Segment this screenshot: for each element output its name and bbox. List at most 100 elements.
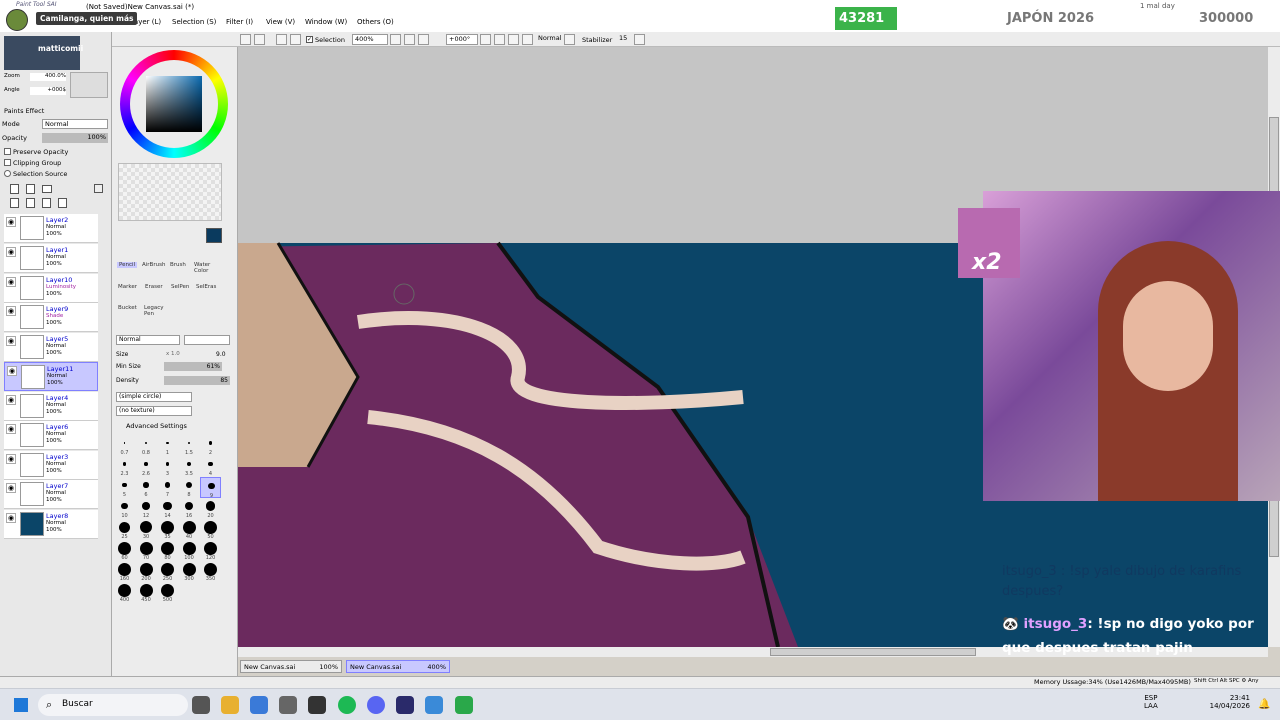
obs-icon[interactable]: [308, 696, 326, 714]
brush-size-preset[interactable]: 200: [136, 561, 157, 582]
notification-icon[interactable]: 🔔: [1258, 699, 1270, 710]
redo-icon[interactable]: [254, 34, 265, 45]
horizontal-scroll-thumb[interactable]: [770, 648, 976, 656]
brush-size-preset[interactable]: 16: [179, 498, 200, 519]
paints-effect-header[interactable]: Paints Effect: [4, 107, 44, 115]
brush-mode-select[interactable]: Normal: [116, 335, 180, 345]
brush-size-preset[interactable]: 9: [200, 477, 221, 499]
zoom-reset-icon[interactable]: [418, 34, 429, 45]
task-view-icon[interactable]: [192, 696, 210, 714]
brush-size-preset[interactable]: 35: [157, 519, 178, 540]
size-value[interactable]: 9.0: [216, 351, 226, 358]
brush-texture-select[interactable]: (no texture): [116, 406, 192, 416]
tool-marker[interactable]: Marker: [118, 284, 137, 290]
deselect-icon[interactable]: [276, 34, 287, 45]
tool-seleras[interactable]: SelEras: [196, 284, 216, 290]
angle-select[interactable]: +000°: [446, 34, 478, 45]
tool-watercolor[interactable]: Water Color: [194, 262, 216, 274]
brush-size-preset[interactable]: 8: [179, 477, 200, 498]
visibility-eye-icon[interactable]: ◉: [6, 395, 16, 405]
brush-size-preset[interactable]: 20: [200, 498, 221, 519]
brush-size-preset[interactable]: 80: [157, 540, 178, 561]
windows-start-icon[interactable]: [14, 698, 28, 712]
brush-size-preset[interactable]: 3.5: [179, 456, 200, 477]
visibility-eye-icon[interactable]: ◉: [6, 247, 16, 257]
brush-size-preset[interactable]: 450: [136, 582, 157, 603]
invert-selection-icon[interactable]: [290, 34, 301, 45]
stabilizer-select[interactable]: 15: [617, 34, 633, 45]
language-indicator[interactable]: ESP LAA: [1144, 694, 1158, 710]
layer-row-layer8[interactable]: ◉ Layer8 Normal 100%: [4, 510, 98, 539]
layer-row-layer9[interactable]: ◉ Layer9 Shade 100%: [4, 303, 98, 332]
current-color-swatch[interactable]: [206, 228, 222, 243]
selection-checkbox[interactable]: ✓: [306, 36, 313, 43]
layer-row-layer11[interactable]: ◉ Layer11 Normal 100%: [4, 362, 98, 391]
new-layer-set-icon[interactable]: [26, 184, 35, 194]
clipping-group-checkbox[interactable]: [4, 159, 11, 166]
discord-icon[interactable]: [367, 696, 385, 714]
menu-filter[interactable]: Filter (I): [226, 18, 253, 26]
menu-others[interactable]: Others (O): [357, 18, 394, 26]
brush-size-preset[interactable]: 3: [157, 456, 178, 477]
new-layer-icon[interactable]: [10, 184, 19, 194]
chrome-icon[interactable]: [221, 696, 239, 714]
advanced-settings-toggle[interactable]: Advanced Settings: [116, 422, 187, 430]
visibility-eye-icon[interactable]: ◉: [6, 513, 16, 523]
rotate-left-icon[interactable]: [480, 34, 491, 45]
brush-size-preset[interactable]: 250: [157, 561, 178, 582]
visibility-eye-icon[interactable]: ◉: [6, 483, 16, 493]
layer-row-layer5[interactable]: ◉ Layer5 Normal 100%: [4, 333, 98, 362]
layer-row-layer1[interactable]: ◉ Layer1 Normal 100%: [4, 244, 98, 273]
app-icon[interactable]: [396, 696, 414, 714]
color-mode-icons[interactable]: [118, 34, 208, 45]
brush-size-preset[interactable]: 6: [136, 477, 157, 498]
brush-size-preset[interactable]: 25: [114, 519, 135, 540]
layer-row-layer7[interactable]: ◉ Layer7 Normal 100%: [4, 480, 98, 509]
brush-size-preset[interactable]: 400: [114, 582, 135, 603]
tool-selpen[interactable]: SelPen: [171, 284, 189, 290]
brush-size-preset[interactable]: 60: [114, 540, 135, 561]
brush-size-preset[interactable]: 10: [114, 498, 135, 519]
select-tool-icons[interactable]: [118, 229, 188, 255]
brush-size-preset[interactable]: 12: [136, 498, 157, 519]
visibility-eye-icon[interactable]: ◉: [6, 336, 16, 346]
tool-eraser[interactable]: Eraser: [145, 284, 163, 290]
brush-size-preset[interactable]: 0.8: [136, 435, 157, 456]
layer-menu-icon[interactable]: [94, 184, 103, 193]
brush-size-preset[interactable]: 70: [136, 540, 157, 561]
layer-row-layer3[interactable]: ◉ Layer3 Normal 100%: [4, 451, 98, 480]
layer-row-layer4[interactable]: ◉ Layer4 Normal 100%: [4, 392, 98, 421]
canvas-tab-1[interactable]: New Canvas.sai 100%: [240, 660, 342, 673]
visibility-eye-icon[interactable]: ◉: [6, 217, 16, 227]
folder-icon[interactable]: [42, 185, 52, 193]
sai-icon[interactable]: [455, 696, 473, 714]
brush-edge-icons[interactable]: [184, 335, 230, 345]
settings-layer-icon[interactable]: [42, 198, 51, 208]
brush-size-preset[interactable]: 2: [200, 435, 221, 456]
selection-source-radio[interactable]: [4, 170, 11, 177]
canvas-tab-2[interactable]: New Canvas.sai 400%: [346, 660, 450, 673]
visibility-eye-icon[interactable]: ◉: [7, 366, 17, 376]
zoom-out-icon[interactable]: [390, 34, 401, 45]
monitor-icon[interactable]: [425, 696, 443, 714]
tool-legacy-pen[interactable]: Legacy Pen: [144, 305, 166, 317]
blend-dropdown-icon[interactable]: [564, 34, 575, 45]
rotate-reset-icon[interactable]: [508, 34, 519, 45]
min-size-slider[interactable]: 61%: [164, 362, 222, 371]
brush-shape-select[interactable]: (simple circle): [116, 392, 192, 402]
brush-size-preset[interactable]: 100: [179, 540, 200, 561]
sv-square[interactable]: [146, 76, 202, 132]
brush-size-preset[interactable]: 160: [114, 561, 135, 582]
brush-size-preset[interactable]: 14: [157, 498, 178, 519]
brush-size-preset[interactable]: 30: [136, 519, 157, 540]
merge-layer-icon[interactable]: [26, 198, 35, 208]
visibility-eye-icon[interactable]: ◉: [6, 424, 16, 434]
brush-size-preset[interactable]: 1.5: [179, 435, 200, 456]
menu-view[interactable]: View (V): [266, 18, 295, 26]
visibility-eye-icon[interactable]: ◉: [6, 306, 16, 316]
menu-window[interactable]: Window (W): [305, 18, 347, 26]
blend-mode-select[interactable]: Normal: [536, 34, 562, 45]
color-wheel[interactable]: [120, 50, 228, 158]
copy-layer-icon[interactable]: [10, 198, 19, 208]
undo-icon[interactable]: [240, 34, 251, 45]
